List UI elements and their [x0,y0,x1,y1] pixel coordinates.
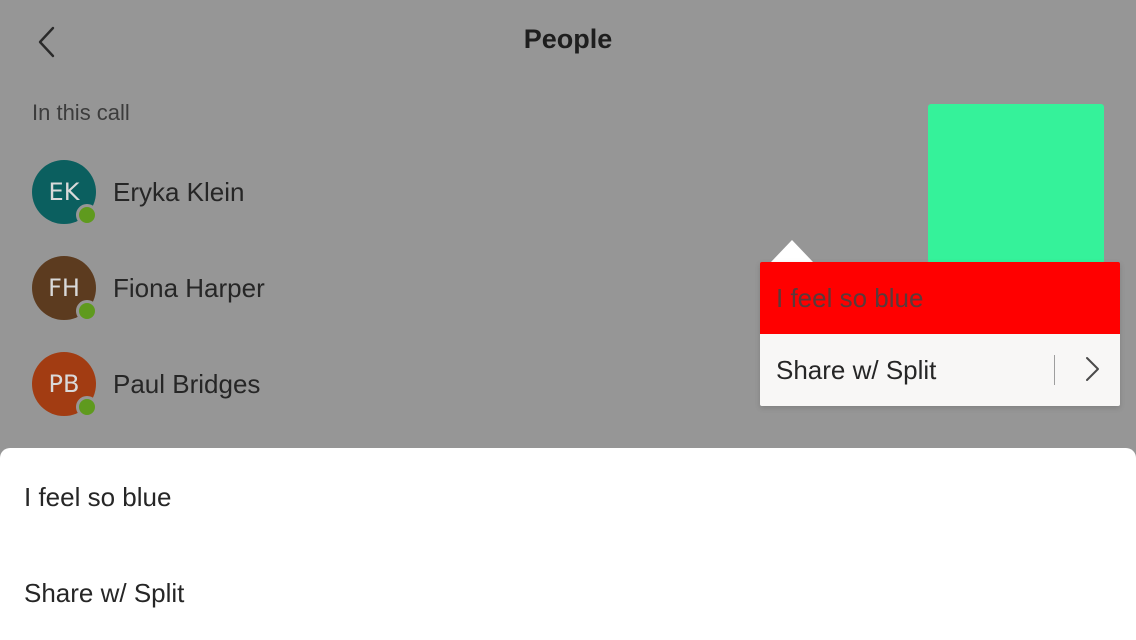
sheet-item-share-split[interactable]: Share w/ Split [24,578,184,609]
page-title: People [523,24,613,54]
popover-item-secondary[interactable]: Share w/ Split [760,334,1120,406]
popover-menu: I feel so blue Share w/ Split [760,262,1120,406]
avatar-initials: PB [48,370,80,398]
video-tile[interactable] [928,104,1104,264]
participant-row[interactable]: PB Paul Bridges [32,352,261,418]
screen: People In this call EK Eryka Klein FH Fi… [0,0,1136,640]
participant-name: Fiona Harper [113,272,265,303]
popover-divider [1054,355,1055,385]
presence-indicator [76,300,98,322]
avatar: PB [32,352,98,418]
avatar-initials: EK [48,178,80,206]
bottom-sheet: I feel so blue Share w/ Split [0,448,1136,640]
section-label: In this call [32,100,130,125]
participant-name: Eryka Klein [113,176,245,207]
participant-row[interactable]: EK Eryka Klein [32,160,245,226]
participant-row[interactable]: FH Fiona Harper [32,256,265,322]
presence-indicator [76,204,98,226]
avatar: EK [32,160,98,226]
popover-item-primary-label: I feel so blue [776,282,924,313]
avatar: FH [32,256,98,322]
avatar-initials: FH [48,274,80,302]
presence-indicator [76,396,98,418]
chevron-right-icon[interactable] [1082,354,1102,384]
popover-arrow [771,240,813,262]
popover-item-primary[interactable]: I feel so blue [760,262,1120,334]
sheet-item-feel-blue[interactable]: I feel so blue [24,482,171,513]
popover-item-secondary-label: Share w/ Split [776,354,937,385]
participant-name: Paul Bridges [113,368,261,399]
